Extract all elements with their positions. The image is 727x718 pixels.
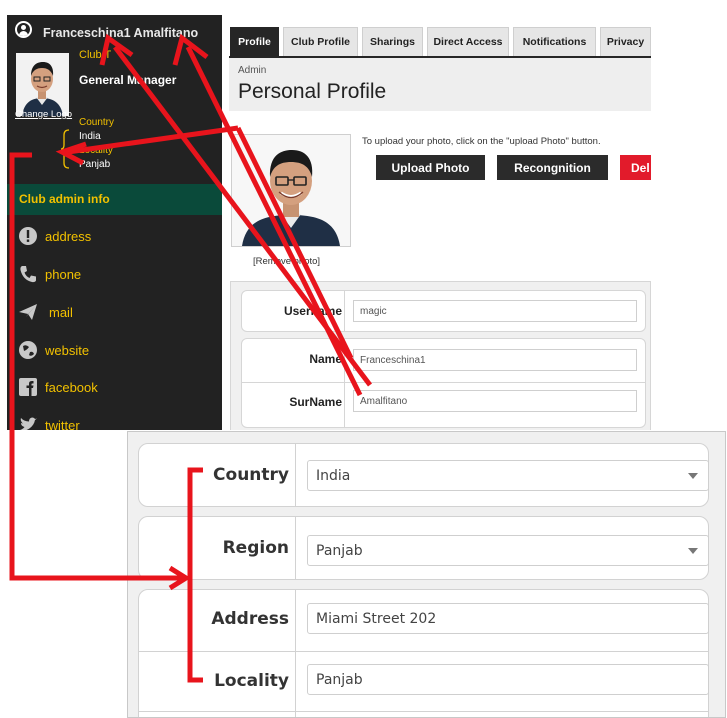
facebook-icon bbox=[19, 378, 37, 396]
location-locality-label: Locality bbox=[79, 145, 113, 156]
main-panel: Profile Club Profile Sharings Direct Acc… bbox=[229, 15, 651, 430]
name-field[interactable] bbox=[353, 349, 637, 371]
zoomed-location-panel: Country India Region Panjab Address Miam… bbox=[127, 431, 726, 718]
sidebar-item-phone[interactable]: phone bbox=[7, 261, 222, 291]
location-locality-value: Panjab bbox=[79, 159, 111, 170]
name-label: Name bbox=[309, 352, 342, 366]
delete-photo-button[interactable]: Del bbox=[620, 155, 651, 180]
title-area: Admin Personal Profile bbox=[229, 58, 651, 111]
country-label: Country bbox=[213, 465, 289, 485]
upload-hint: To upload your photo, click on the "uplo… bbox=[362, 136, 601, 147]
user-name: Franceschina1 Amalfitano bbox=[43, 26, 199, 40]
profile-form: Username Name SurName bbox=[230, 281, 651, 430]
row-divider bbox=[139, 651, 708, 652]
surname-field[interactable] bbox=[353, 390, 637, 412]
chevron-down-icon bbox=[688, 548, 698, 554]
surname-label: SurName bbox=[289, 395, 342, 409]
twitter-icon bbox=[20, 417, 37, 430]
country-select[interactable]: India bbox=[307, 460, 709, 491]
zoom-row-country: Country India bbox=[138, 443, 709, 507]
sidebar-item-label: phone bbox=[45, 267, 82, 282]
tab-direct-access[interactable]: Direct Access bbox=[427, 27, 509, 57]
username-label: Username bbox=[283, 304, 342, 318]
sidebar-item-mail[interactable]: mail bbox=[7, 299, 222, 329]
location-brace bbox=[61, 129, 70, 169]
row-divider bbox=[295, 444, 296, 506]
club-label: Club T bbox=[79, 49, 112, 61]
recognition-button[interactable]: Recongnition bbox=[497, 155, 608, 180]
locality-label: Locality bbox=[214, 671, 289, 691]
club-admin-info-header: Club admin info bbox=[7, 184, 222, 215]
globe-icon bbox=[19, 341, 37, 359]
sidebar-item-label: twitter bbox=[45, 418, 80, 430]
form-group-name: Name SurName bbox=[241, 338, 646, 428]
country-value: India bbox=[316, 468, 351, 484]
sidebar-item-website[interactable]: website bbox=[7, 337, 222, 367]
sidebar: Franceschina1 Amalfitano Club T General … bbox=[7, 15, 222, 430]
tab-privacy[interactable]: Privacy bbox=[600, 27, 651, 57]
form-row-username: Username bbox=[241, 290, 646, 332]
avatar bbox=[16, 53, 69, 116]
sidebar-item-facebook[interactable]: facebook bbox=[7, 374, 222, 404]
address-label: Address bbox=[211, 609, 289, 629]
role-text: General Manager bbox=[79, 73, 177, 87]
sidebar-item-label: mail bbox=[49, 305, 73, 320]
row-divider bbox=[139, 711, 708, 712]
sidebar-item-address[interactable]: address bbox=[7, 223, 222, 253]
exclamation-circle-icon bbox=[19, 227, 37, 245]
zoom-group-address: Address Miami Street 202 Locality Panjab bbox=[138, 589, 709, 717]
address-field[interactable]: Miami Street 202 bbox=[307, 603, 709, 634]
locality-field[interactable]: Panjab bbox=[307, 664, 709, 695]
tab-profile[interactable]: Profile bbox=[230, 27, 279, 57]
username-field[interactable] bbox=[353, 300, 637, 322]
change-logo-link[interactable]: Change Logo bbox=[15, 109, 72, 120]
sidebar-item-twitter[interactable]: twitter bbox=[7, 412, 222, 430]
zoom-row-region: Region Panjab bbox=[138, 516, 709, 580]
row-divider bbox=[295, 517, 296, 579]
user-icon bbox=[15, 21, 32, 38]
tab-club-profile[interactable]: Club Profile bbox=[283, 27, 358, 57]
paper-plane-icon bbox=[19, 304, 37, 320]
sidebar-item-label: website bbox=[45, 343, 90, 358]
row-divider bbox=[344, 291, 345, 331]
phone-icon bbox=[20, 266, 36, 283]
tab-sharings[interactable]: Sharings bbox=[362, 27, 423, 57]
page-title: Personal Profile bbox=[238, 80, 387, 103]
row-divider bbox=[242, 382, 645, 383]
row-divider bbox=[344, 339, 345, 427]
user-header: Franceschina1 Amalfitano bbox=[7, 15, 222, 47]
region-value: Panjab bbox=[316, 543, 363, 559]
row-divider bbox=[295, 590, 296, 717]
upload-photo-button[interactable]: Upload Photo bbox=[376, 155, 485, 180]
tab-bar: Profile Club Profile Sharings Direct Acc… bbox=[229, 27, 651, 57]
sidebar-item-label: facebook bbox=[45, 380, 98, 395]
tab-notifications[interactable]: Notifications bbox=[513, 27, 596, 57]
location-info: Country India Locality Panjab bbox=[79, 116, 114, 172]
breadcrumb: Admin bbox=[238, 65, 267, 76]
location-country-value: India bbox=[79, 131, 101, 142]
location-country-label: Country bbox=[79, 117, 115, 128]
sidebar-item-label: address bbox=[45, 229, 92, 244]
remove-photo-link[interactable]: [Remove photo] bbox=[253, 256, 320, 267]
profile-photo bbox=[231, 134, 351, 247]
region-label: Region bbox=[222, 538, 289, 558]
chevron-down-icon bbox=[688, 473, 698, 479]
region-select[interactable]: Panjab bbox=[307, 535, 709, 566]
